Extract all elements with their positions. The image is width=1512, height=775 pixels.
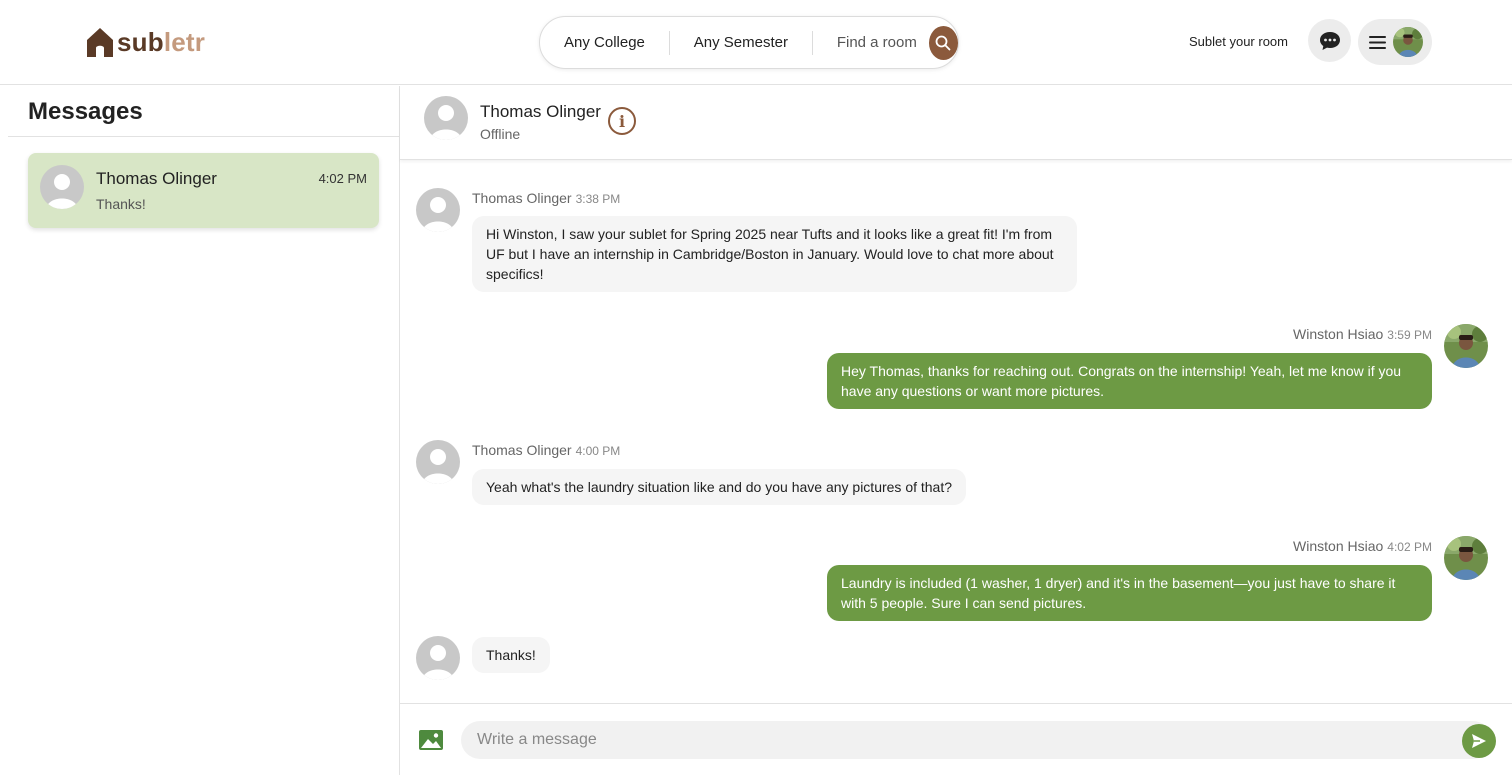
- contact-status: Offline: [480, 126, 521, 142]
- message-bubble-outgoing: Hey Thomas, thanks for reaching out. Con…: [827, 353, 1432, 409]
- semester-filter[interactable]: Any Semester: [670, 34, 812, 51]
- contact-name: Thomas Olinger: [480, 102, 601, 121]
- info-icon: i: [618, 111, 626, 131]
- search-button[interactable]: [928, 25, 958, 60]
- conversation-time: 4:02 PM: [318, 171, 367, 186]
- message-bubble-outgoing: Laundry is included (1 washer, 1 dryer) …: [827, 565, 1432, 621]
- message-time: 3:59 PM: [1387, 328, 1432, 342]
- message-meta: Winston Hsiao 4:02 PM: [1293, 538, 1432, 554]
- chat-header: Thomas Olinger Offline i: [400, 86, 1512, 160]
- sidebar-title: Messages: [28, 98, 143, 125]
- message-bubble-incoming: Thanks!: [472, 637, 550, 673]
- message-time: 4:02 PM: [1387, 540, 1432, 554]
- conversations-sidebar: Messages Thomas Olinger 4:02 PM Thanks!: [0, 86, 400, 775]
- message-bubble-incoming: Hi Winston, I saw your sublet for Spring…: [472, 216, 1077, 292]
- contact-avatar: [424, 96, 468, 140]
- sender-avatar: [416, 636, 460, 680]
- sender-avatar: [416, 440, 460, 484]
- message-input[interactable]: [461, 721, 1492, 759]
- conversation-preview: Thanks!: [96, 196, 146, 212]
- message-time: 3:38 PM: [575, 192, 621, 206]
- message-sender: Thomas Olinger: [472, 190, 572, 206]
- contact-avatar: [40, 165, 84, 209]
- find-room-field[interactable]: Find a room: [813, 34, 929, 51]
- sublet-your-room-link[interactable]: Sublet your room: [1189, 34, 1288, 49]
- user-menu-button[interactable]: [1358, 19, 1432, 65]
- send-icon: [1472, 734, 1486, 748]
- conversation-item[interactable]: Thomas Olinger 4:02 PM Thanks!: [28, 153, 379, 228]
- send-button[interactable]: [1462, 724, 1496, 758]
- sender-avatar: [1444, 324, 1488, 368]
- hamburger-menu-icon: [1369, 35, 1386, 49]
- logo-wordmark: subletr: [117, 26, 206, 57]
- message-sender: Winston Hsiao: [1293, 326, 1384, 342]
- message-sender: Thomas Olinger: [472, 442, 572, 458]
- search-bar[interactable]: Any College Any Semester Find a room: [539, 16, 959, 69]
- message-sender: Winston Hsiao: [1293, 538, 1384, 554]
- conversation-name: Thomas Olinger: [96, 169, 217, 188]
- info-button[interactable]: i: [608, 107, 636, 135]
- image-icon: [419, 730, 443, 750]
- subletr-logo[interactable]: subletr: [86, 26, 205, 58]
- user-avatar: [1393, 27, 1423, 57]
- messages-button[interactable]: [1308, 19, 1351, 62]
- sender-avatar: [416, 188, 460, 232]
- message-composer: [400, 703, 1512, 775]
- message-meta: Winston Hsiao 3:59 PM: [1293, 326, 1432, 342]
- message-meta: Thomas Olinger 3:38 PM: [472, 190, 620, 206]
- attach-image-button[interactable]: [418, 729, 444, 756]
- message-meta: Thomas Olinger 4:00 PM: [472, 442, 620, 458]
- top-header: subletr Any College Any Semester Find a …: [0, 0, 1512, 85]
- college-filter[interactable]: Any College: [540, 34, 669, 51]
- search-icon: [936, 35, 951, 50]
- message-time: 4:00 PM: [575, 444, 621, 458]
- sidebar-divider: [8, 136, 400, 137]
- message-bubble-incoming: Yeah what's the laundry situation like a…: [472, 469, 967, 505]
- sender-avatar: [1444, 536, 1488, 580]
- chat-bubble-icon: [1319, 31, 1340, 50]
- house-logo-icon: [87, 28, 113, 57]
